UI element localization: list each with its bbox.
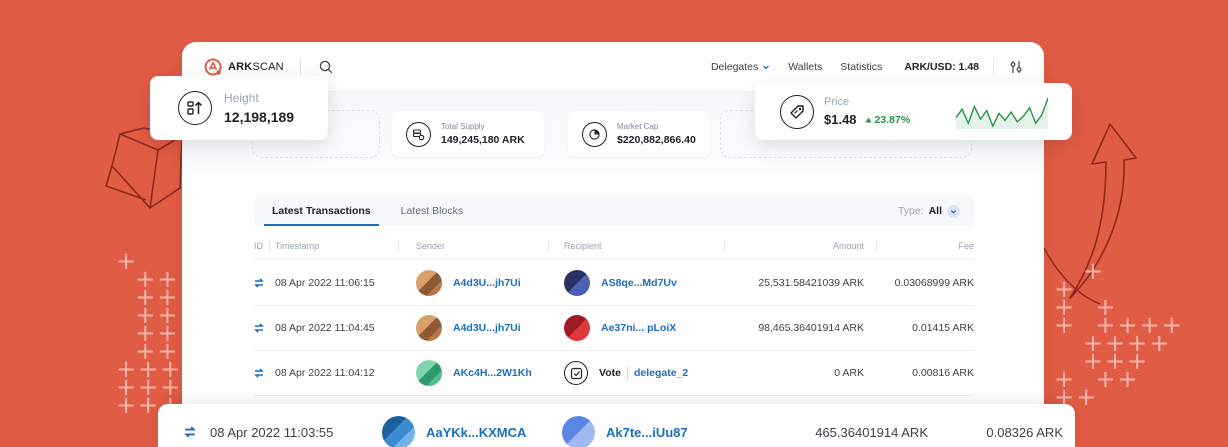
row-timestamp: 08 Apr 2022 11:03:55 bbox=[210, 424, 334, 440]
height-label: Height bbox=[224, 91, 259, 105]
search-icon bbox=[319, 60, 333, 73]
table-row[interactable]: 08 Apr 2022 11:04:12 AKc4H...2W1Kh Vote … bbox=[254, 350, 974, 396]
brand-bold: ARK bbox=[228, 60, 253, 73]
transfer-icon bbox=[184, 426, 196, 438]
row-amount: 0 ARK bbox=[834, 367, 864, 379]
table-row[interactable]: 08 Apr 2022 11:06:15 A4d3U...jh7Ui AS8qe… bbox=[254, 260, 974, 306]
nav-delegates[interactable]: Delegates bbox=[711, 61, 770, 73]
th-sender: Sender bbox=[416, 241, 446, 251]
height-sort-icon bbox=[178, 91, 212, 125]
th-id: ID bbox=[254, 241, 263, 251]
highlighted-transaction-row[interactable]: 08 Apr 2022 11:03:55 AaYKk...KXMCA Ak7te… bbox=[158, 404, 1075, 447]
search-button[interactable] bbox=[317, 58, 335, 76]
stat-total-supply: Total Supply 149,245,180 ARK bbox=[392, 111, 544, 157]
brand-light: SCAN bbox=[252, 60, 284, 73]
avatar bbox=[382, 415, 415, 447]
th-timestamp: Timestamp bbox=[275, 241, 320, 251]
tab-latest-blocks[interactable]: Latest Blocks bbox=[401, 196, 463, 226]
row-timestamp: 08 Apr 2022 11:04:12 bbox=[275, 367, 375, 379]
th-fee: Fee bbox=[958, 241, 974, 251]
nav-wallets[interactable]: Wallets bbox=[788, 61, 822, 73]
tabs-bar: Latest Transactions Latest Blocks Type: … bbox=[254, 196, 974, 226]
sender-address[interactable]: AKc4H...2W1Kh bbox=[453, 367, 532, 379]
table-row[interactable]: 08 Apr 2022 11:04:45 A4d3U...jh7Ui Ae37n… bbox=[254, 305, 974, 351]
type-filter-dropdown[interactable]: Type: All bbox=[897, 204, 960, 218]
type-filter-value: All bbox=[928, 205, 942, 217]
stat-market-cap: Market Cap $220,882,866.40 bbox=[568, 111, 710, 157]
row-fee: 0.08326 ARK bbox=[986, 424, 1063, 440]
nav-statistics[interactable]: Statistics bbox=[840, 61, 882, 73]
triangle-up-icon bbox=[865, 117, 872, 122]
chevron-down-icon bbox=[763, 65, 770, 69]
height-card: Height 12,198,189 bbox=[150, 76, 328, 140]
nav-delegates-label: Delegates bbox=[710, 60, 759, 73]
recipient-address[interactable]: Ak7te...iUu87 bbox=[606, 425, 688, 440]
row-amount: 465.36401914 ARK bbox=[815, 424, 928, 440]
plus-pattern-right: + + + + + ++++ ++++ +++ + ++ ++ bbox=[1054, 257, 1184, 411]
chevron-down-icon bbox=[947, 204, 960, 218]
sender-address[interactable]: A4d3U...jh7Ui bbox=[453, 322, 521, 334]
arkscan-logo[interactable]: ARKSCAN bbox=[204, 58, 284, 76]
height-value: 12,198,189 bbox=[224, 109, 295, 125]
price-tag-icon bbox=[780, 94, 814, 129]
divider bbox=[299, 58, 301, 75]
vote-icon bbox=[564, 361, 588, 385]
avatar bbox=[416, 270, 442, 296]
avatar bbox=[564, 315, 590, 341]
market-cap-value: $220,882,866.40 bbox=[617, 134, 696, 146]
sliders-icon bbox=[1010, 60, 1022, 73]
supply-icon bbox=[406, 121, 431, 147]
type-filter-label: Type: bbox=[897, 205, 924, 217]
recipient-address[interactable]: AS8qe...Md7Uv bbox=[601, 277, 677, 289]
delegate-name[interactable]: delegate_2 bbox=[634, 367, 688, 379]
avatar bbox=[416, 315, 442, 341]
tab-latest-transactions[interactable]: Latest Transactions bbox=[264, 196, 379, 226]
pie-chart-icon bbox=[582, 121, 607, 147]
table-header: ID Timestamp Sender Recipient Amount Fee bbox=[254, 236, 974, 260]
row-amount: 25,531.58421039 ARK bbox=[758, 277, 864, 289]
price-value: $1.48 bbox=[824, 112, 857, 127]
price-change: 23.87% bbox=[865, 113, 911, 126]
price-indicator: ARK/USD: 1.48 bbox=[904, 60, 979, 73]
sender-address[interactable]: A4d3U...jh7Ui bbox=[453, 277, 521, 289]
row-fee: 0.01415 ARK bbox=[912, 322, 974, 334]
th-amount: Amount bbox=[832, 241, 864, 251]
settings-button[interactable] bbox=[993, 57, 1022, 76]
vote-label: Vote bbox=[599, 367, 628, 379]
avatar bbox=[562, 415, 595, 447]
total-supply-value: 149,245,180 ARK bbox=[441, 134, 525, 146]
price-sparkline bbox=[956, 97, 1048, 129]
transfer-icon bbox=[254, 368, 264, 378]
transfer-icon bbox=[254, 323, 264, 333]
price-label: Price bbox=[824, 96, 850, 108]
avatar bbox=[564, 270, 590, 296]
sender-address[interactable]: AaYKk...KXMCA bbox=[426, 425, 526, 440]
nav-menu: Delegates Wallets Statistics ARK/USD: 1.… bbox=[693, 57, 1022, 76]
th-recipient: Recipient bbox=[564, 241, 602, 251]
price-change-value: 23.87% bbox=[874, 113, 911, 126]
recipient-address[interactable]: Ae37ni... pLoiX bbox=[601, 322, 676, 334]
row-amount: 98,465.36401914 ARK bbox=[758, 322, 864, 334]
avatar bbox=[416, 360, 442, 386]
market-cap-label: Market Cap bbox=[617, 122, 659, 131]
ark-logo-icon bbox=[204, 58, 222, 75]
row-fee: 0.03068999 ARK bbox=[894, 277, 974, 289]
sparkline-area bbox=[956, 98, 1048, 129]
price-card: Price $1.48 23.87% bbox=[755, 83, 1072, 140]
plus-pattern-left: + ++ ++ ++ ++ ++ +++ +++ +++ bbox=[116, 247, 183, 419]
row-timestamp: 08 Apr 2022 11:06:15 bbox=[275, 277, 375, 289]
row-fee: 0.00816 ARK bbox=[912, 367, 974, 379]
transfer-icon bbox=[254, 278, 264, 288]
row-timestamp: 08 Apr 2022 11:04:45 bbox=[275, 322, 375, 334]
total-supply-label: Total Supply bbox=[441, 122, 485, 131]
